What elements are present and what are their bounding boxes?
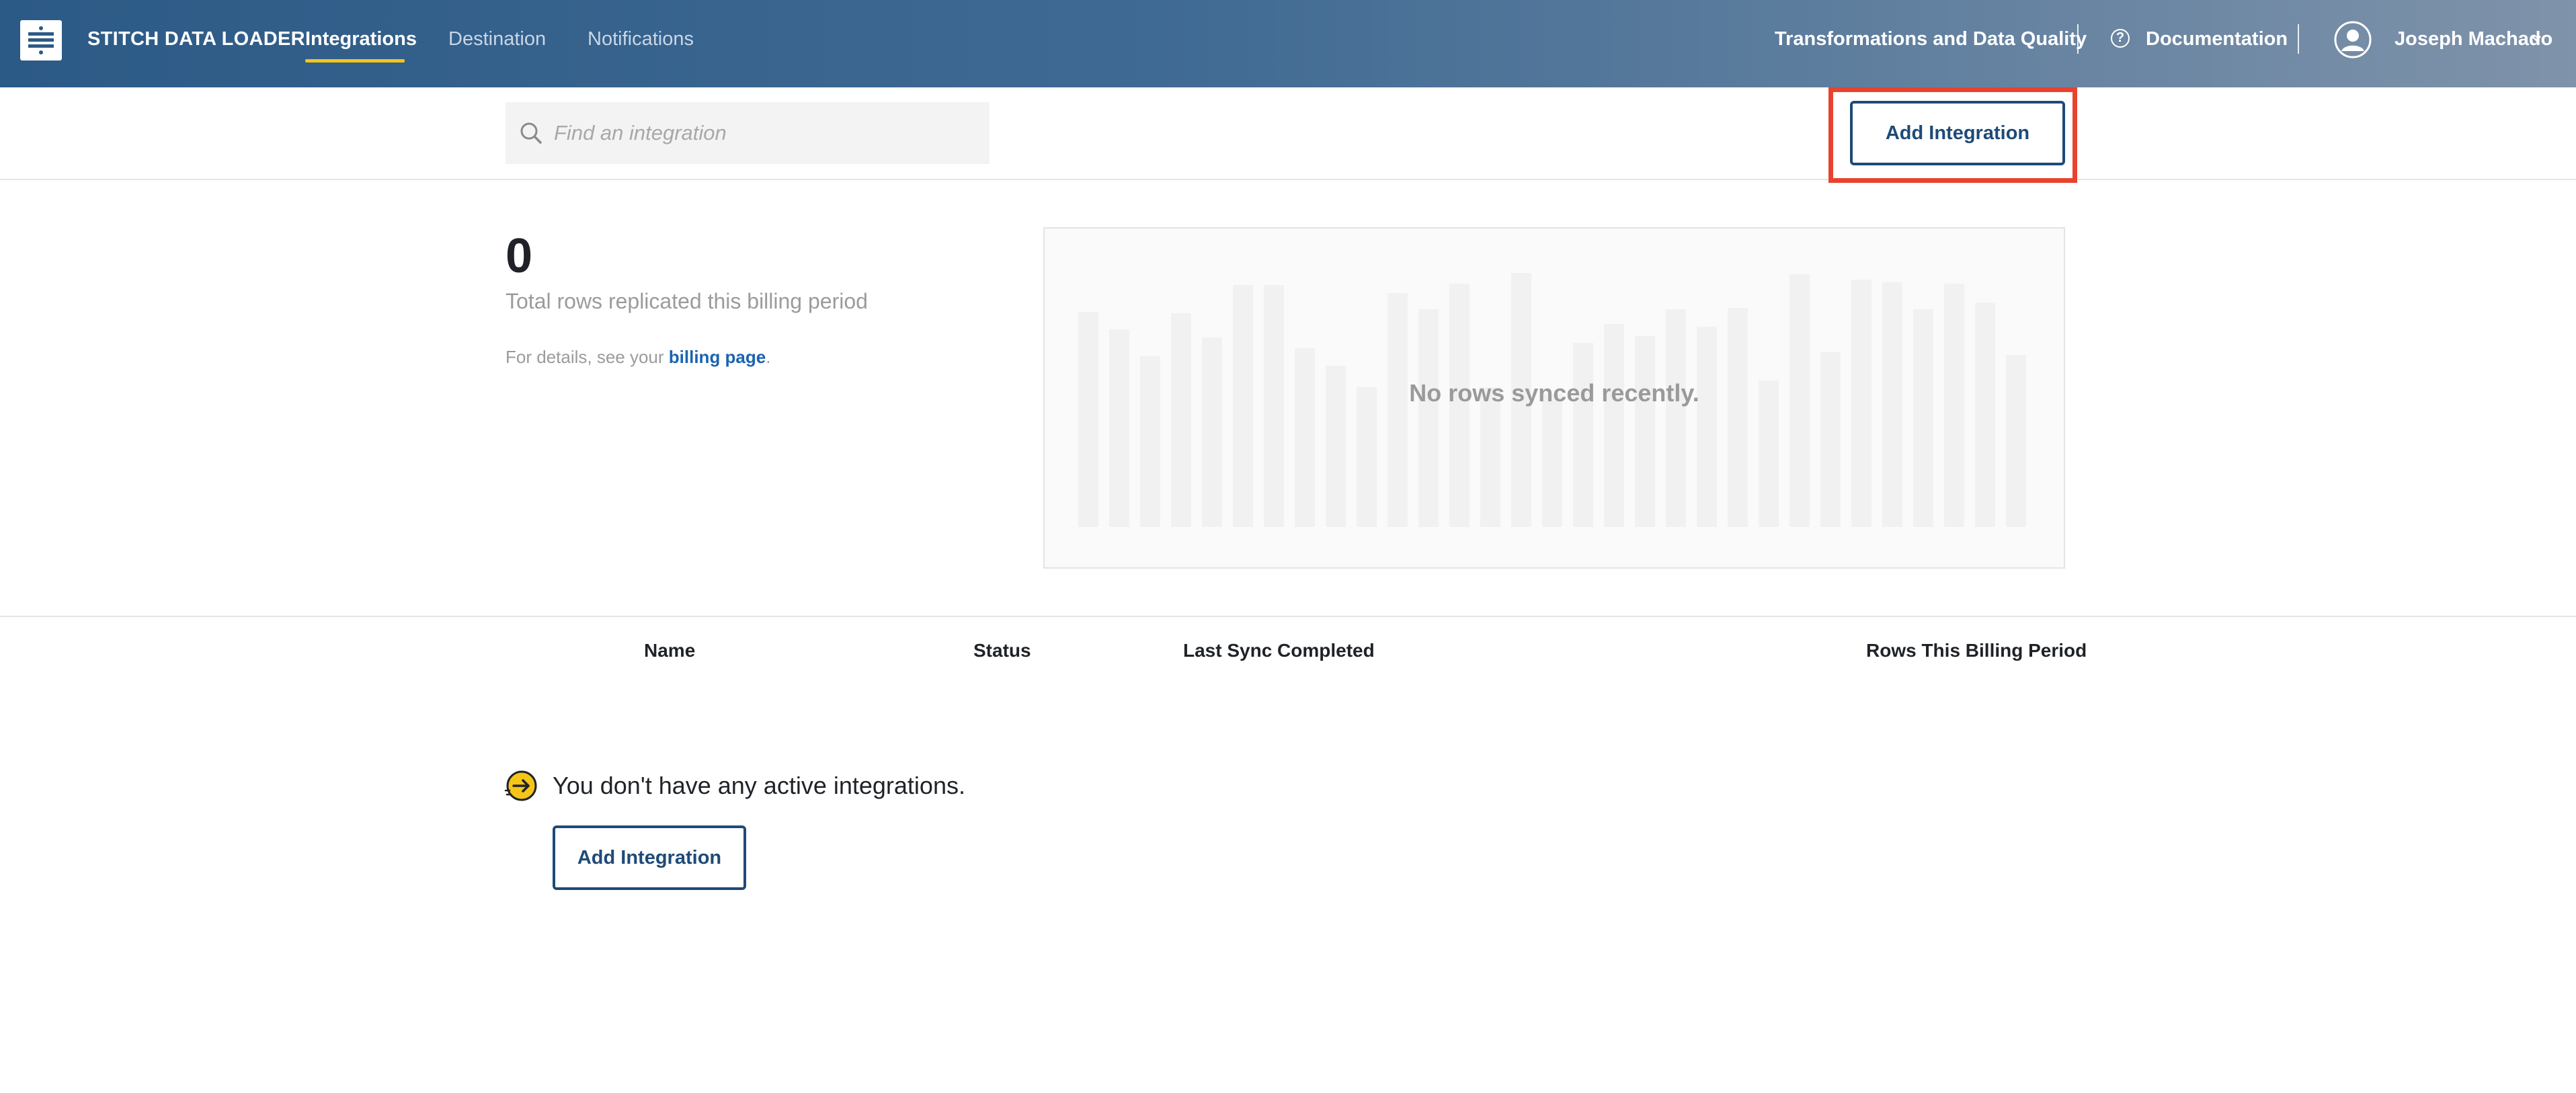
nav-divider [2298, 24, 2299, 54]
integrations-toolbar: Add Integration [0, 87, 2576, 183]
placeholder-bar [1078, 312, 1098, 527]
placeholder-bar [1820, 352, 1841, 527]
column-header-rows[interactable]: Rows This Billing Period [1866, 640, 2087, 661]
placeholder-bar [1480, 387, 1500, 527]
rows-synced-chart: No rows synced recently. [1043, 227, 2065, 569]
search-box[interactable] [506, 102, 990, 164]
billing-details-prefix: For details, see your [506, 347, 669, 367]
placeholder-bar [1357, 387, 1377, 527]
placeholder-bar [1202, 337, 1222, 527]
arrow-right-circle-icon [504, 770, 537, 801]
column-header-status[interactable]: Status [973, 640, 1031, 661]
search-icon [520, 122, 542, 144]
empty-state-message: You don't have any active integrations. [553, 772, 965, 799]
user-avatar-icon[interactable] [2334, 21, 2372, 58]
placeholder-bar [1728, 308, 1748, 527]
stitch-logo-icon[interactable] [20, 20, 62, 60]
chart-empty-message: No rows synced recently. [1409, 379, 1699, 407]
section-divider [0, 616, 2576, 617]
transformations-link[interactable]: Transformations and Data Quality [1775, 28, 2087, 50]
placeholder-bar [1913, 309, 1933, 527]
placeholder-bar [1418, 309, 1439, 527]
nav-divider [2077, 24, 2079, 54]
add-integration-button[interactable]: Add Integration [1850, 101, 2065, 165]
placeholder-bar [1604, 324, 1624, 527]
brand-name[interactable]: STITCH DATA LOADER [87, 28, 305, 50]
placeholder-bar [1171, 313, 1191, 527]
add-integration-button-secondary[interactable]: Add Integration [553, 825, 746, 890]
search-input[interactable] [554, 102, 971, 164]
tab-notifications[interactable]: Notifications [588, 28, 694, 50]
placeholder-bar [1542, 394, 1562, 527]
tab-destination[interactable]: Destination [448, 28, 546, 50]
placeholder-bar [1295, 348, 1315, 527]
placeholder-bar [1109, 329, 1129, 527]
chevron-down-icon[interactable] [2532, 34, 2541, 43]
active-tab-indicator [305, 59, 405, 63]
placeholder-bar [1635, 336, 1655, 527]
placeholder-bar [1666, 309, 1686, 527]
user-menu-name[interactable]: Joseph Machado [2394, 28, 2552, 50]
total-rows-count: 0 [506, 229, 533, 283]
documentation-link[interactable]: Documentation [2146, 28, 2288, 50]
placeholder-bar [1573, 343, 1593, 527]
help-circle-icon[interactable]: ? [2111, 29, 2130, 48]
top-navigation-bar: STITCH DATA LOADER Integrations Destinat… [0, 0, 2576, 87]
column-header-name[interactable]: Name [644, 640, 695, 661]
column-header-last-sync[interactable]: Last Sync Completed [1183, 640, 1375, 661]
placeholder-bar [1387, 293, 1408, 527]
billing-page-link[interactable]: billing page [669, 347, 766, 367]
billing-details-text: For details, see your billing page. [506, 347, 770, 368]
billing-details-suffix: . [766, 347, 771, 367]
placeholder-bar [1697, 327, 1717, 527]
tab-integrations[interactable]: Integrations [305, 28, 417, 50]
placeholder-bar [1975, 302, 1995, 527]
total-rows-label: Total rows replicated this billing perio… [506, 289, 868, 313]
